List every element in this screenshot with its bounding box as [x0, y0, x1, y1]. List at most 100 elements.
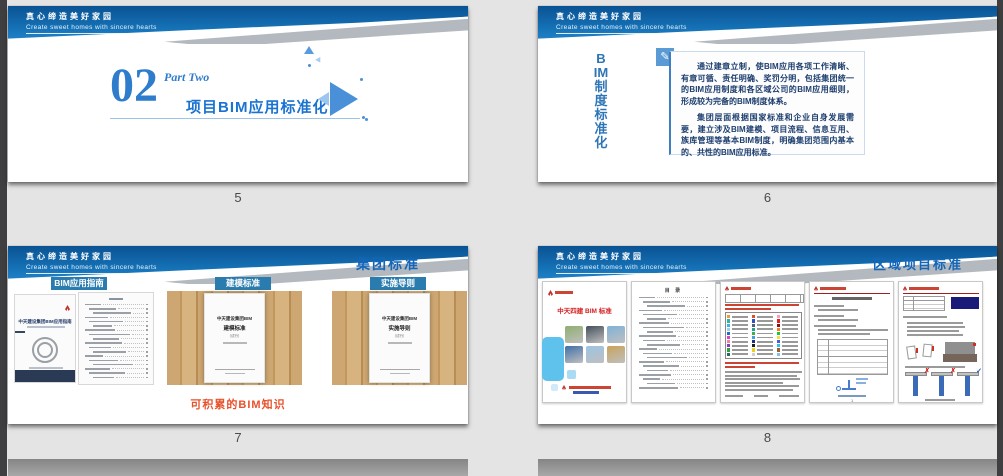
- cover-line3: （试行）: [205, 334, 264, 339]
- color-swatch: [727, 319, 730, 322]
- blue-shape: [542, 337, 564, 381]
- text-bar: [725, 385, 799, 387]
- color-swatch: [752, 319, 755, 322]
- brand-block: 真心缔造美好家园 Create sweet homes with sincere…: [556, 251, 687, 274]
- color-legend-grid: [725, 312, 802, 359]
- toc-line: [85, 346, 148, 349]
- slide-thumbnail-5[interactable]: 真心缔造美好家园 Create sweet homes with sincere…: [8, 6, 468, 182]
- toc-line: [85, 320, 148, 323]
- section-number: 02: [110, 62, 158, 110]
- decor-dot: [308, 64, 311, 67]
- t-stem: [913, 376, 918, 396]
- text-bar: [814, 305, 844, 307]
- vertical-title-char: B: [588, 52, 614, 66]
- color-swatch: [777, 340, 780, 343]
- micro-line: [380, 369, 420, 371]
- blue-shape: [551, 384, 558, 391]
- brand-slogan: 真心缔造美好家园: [26, 11, 157, 22]
- book-label-guide: BIM应用指南: [51, 277, 107, 290]
- t-stem: [965, 376, 970, 396]
- toc-line: [639, 382, 708, 385]
- building-photo: [586, 326, 604, 343]
- t-shape: ✓: [957, 372, 979, 398]
- toc-line: [85, 355, 148, 358]
- doc-page-spec: 1: [809, 281, 894, 403]
- play-triangle-icon: [330, 82, 358, 116]
- slide-thumbnail-8[interactable]: 真心缔造美好家园 Create sweet homes with sincere…: [538, 246, 997, 424]
- revision-table: [903, 296, 945, 311]
- next-slide-partial[interactable]: [538, 459, 997, 476]
- content-text-box: 通过建章立制，使BIM应用各项工作清晰、有章可循、责任明确、奖罚分明，包括集团统…: [669, 51, 865, 155]
- text-bar: [814, 325, 856, 327]
- toc-line: [85, 316, 148, 319]
- toc-line: [85, 367, 148, 370]
- next-slide-partial[interactable]: [8, 459, 468, 476]
- table-divider: [913, 297, 914, 310]
- brand-slogan: 真心缔造美好家园: [556, 11, 687, 22]
- text-bar: [725, 375, 797, 377]
- slide-thumbnail-6[interactable]: 真心缔造美好家园 Create sweet homes with sincere…: [538, 6, 997, 182]
- micro-line: [27, 326, 65, 328]
- divider-line: [110, 118, 360, 119]
- legend-entry: [727, 340, 750, 344]
- t-shape: ✗: [931, 372, 953, 398]
- brand-slogan: 真心缔造美好家园: [26, 251, 157, 262]
- legend-entry: [752, 323, 775, 327]
- legend-entry: [777, 352, 800, 356]
- brand-block: 真心缔造美好家园 Create sweet homes with sincere…: [26, 11, 157, 34]
- vertical-title-char: IM: [588, 66, 614, 80]
- toc-line: [85, 372, 148, 375]
- legend-entry: [727, 315, 750, 319]
- color-swatch: [727, 336, 730, 339]
- legend-entry: [752, 315, 775, 319]
- legend-entry: [777, 332, 800, 336]
- brand-slogan-en: Create sweet homes with sincere hearts: [556, 264, 687, 271]
- text-bar: [818, 319, 858, 321]
- company-logo-icon: [65, 305, 70, 311]
- book-cover: 中天建设集团BIM 实施导则 （试行）: [369, 293, 430, 383]
- decor-dot: [360, 78, 363, 81]
- tiny-triangle-icon: [304, 46, 314, 54]
- toc-line: [85, 307, 148, 310]
- doc-page-color-legend: [720, 281, 805, 403]
- toc-line: [639, 330, 708, 333]
- color-swatch: [727, 353, 730, 356]
- spiral-graphic: [32, 337, 58, 363]
- table-divider: [828, 340, 829, 374]
- color-swatch: [777, 336, 780, 339]
- text-bar: [907, 322, 963, 324]
- slide-caption: 可积累的BIM知识: [8, 396, 468, 412]
- toc-line: [639, 352, 708, 355]
- book-label-modeling: 建模标准: [215, 277, 271, 290]
- color-swatch: [777, 328, 780, 331]
- red-mark: [932, 346, 934, 351]
- red-note-bar: [725, 366, 755, 368]
- color-swatch: [752, 328, 755, 331]
- micro-line: [390, 373, 410, 375]
- toc-line: [639, 305, 708, 308]
- color-swatch: [727, 344, 730, 347]
- legend-column: [777, 315, 800, 356]
- book-title: 中天建设集团BIM应用指南: [15, 319, 75, 325]
- title-bar: [832, 297, 872, 300]
- toc-line: [639, 326, 708, 329]
- slide-thumbnail-7[interactable]: 真心缔造美好家园 Create sweet homes with sincere…: [8, 246, 468, 424]
- toc-line: [639, 296, 708, 299]
- toc-line: [639, 322, 708, 325]
- red-mark: [916, 348, 918, 353]
- slide-title: 区域项目标准: [873, 254, 963, 273]
- toc-line: [85, 337, 148, 340]
- rule-line: [903, 293, 979, 294]
- color-swatch: [752, 340, 755, 343]
- legend-entry: [752, 319, 775, 323]
- micro-line: [223, 342, 247, 344]
- toc-line: [639, 369, 708, 372]
- toc-line: [639, 373, 708, 376]
- t-stem: [939, 376, 944, 396]
- brand-block: 真心缔造美好家园 Create sweet homes with sincere…: [26, 251, 157, 274]
- section-title: 项目BIM应用标准化: [186, 96, 329, 117]
- toc-line: [85, 342, 148, 345]
- blue-shape: [567, 370, 576, 379]
- text-bar: [903, 316, 947, 318]
- toc-line: [85, 324, 148, 327]
